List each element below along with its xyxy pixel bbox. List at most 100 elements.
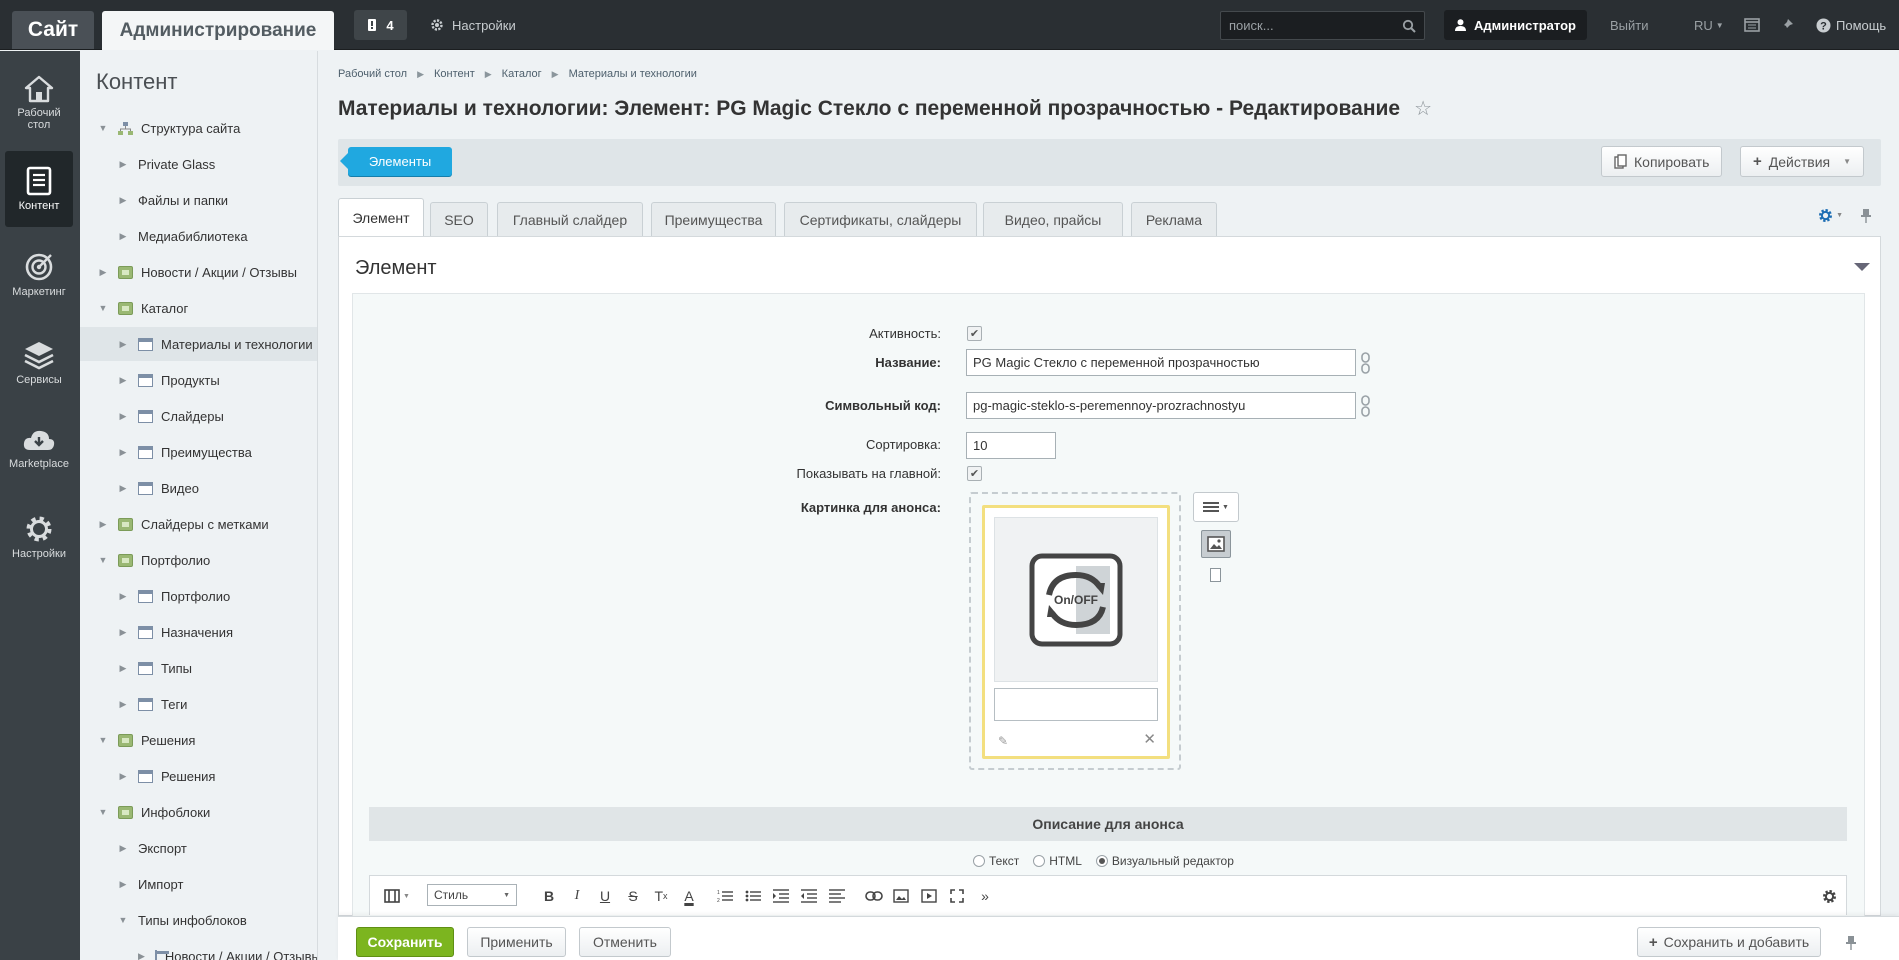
save-and-add-button[interactable]: + Сохранить и добавить: [1637, 927, 1821, 957]
tree-item[interactable]: ▶ Видео: [80, 471, 317, 505]
chevron-right-icon[interactable]: ▶: [98, 267, 108, 277]
active-checkbox[interactable]: ✔: [967, 326, 982, 341]
chevron-down-icon[interactable]: ▼: [98, 555, 108, 565]
chevron-right-icon[interactable]: ▶: [118, 699, 128, 709]
rail-item-content[interactable]: Контент: [5, 151, 73, 227]
insert-video-icon[interactable]: [920, 886, 938, 906]
mode-text-radio[interactable]: Текст: [973, 854, 1019, 868]
breadcrumb-item[interactable]: Контент: [434, 68, 475, 80]
tab-element[interactable]: Элемент: [338, 198, 424, 236]
chevron-right-icon[interactable]: ▶: [118, 663, 128, 673]
name-input[interactable]: PG Magic Стекло с переменной прозрачност…: [966, 349, 1356, 376]
indent-icon[interactable]: [772, 886, 790, 906]
pencil-icon[interactable]: ✎: [998, 734, 1008, 748]
tree-item[interactable]: ▶ Продукты: [80, 363, 317, 397]
tree-item[interactable]: ▶ Преимущества: [80, 435, 317, 469]
rail-item-settings[interactable]: Настройки: [5, 499, 73, 575]
tree-item[interactable]: ▶ Новости / Акции / Отзывы: [80, 255, 317, 289]
chevron-down-icon[interactable]: ▼: [98, 303, 108, 313]
chevron-right-icon[interactable]: ▶: [118, 159, 128, 169]
save-button[interactable]: Сохранить: [356, 927, 454, 957]
tree-item[interactable]: ▶ Решения: [80, 759, 317, 793]
chevron-down-icon[interactable]: ▼: [118, 915, 128, 925]
rail-item-marketing[interactable]: Маркетинг: [5, 237, 73, 313]
numbered-list-icon[interactable]: 12: [716, 886, 734, 906]
chevron-right-icon[interactable]: ▶: [118, 879, 128, 889]
breadcrumb-item[interactable]: Материалы и технологии: [569, 68, 697, 80]
italic-icon[interactable]: I: [568, 886, 586, 906]
style-select[interactable]: Стиль ▼: [427, 884, 517, 906]
help-link[interactable]: ? Помощь: [1816, 10, 1886, 40]
bold-icon[interactable]: B: [540, 886, 558, 906]
chevron-right-icon[interactable]: ▶: [98, 519, 108, 529]
align-icon[interactable]: [828, 886, 846, 906]
tree-item[interactable]: ▶ Новости / Акции / Отзывы: [80, 939, 317, 960]
image-view-button[interactable]: [1201, 530, 1231, 558]
mode-visual-radio[interactable]: Визуальный редактор: [1095, 854, 1234, 868]
tab-main-slider[interactable]: Главный слайдер: [497, 202, 643, 236]
rail-item-desktop[interactable]: Рабочий стол: [5, 65, 73, 141]
remove-format-icon[interactable]: Tx: [652, 886, 670, 906]
star-icon[interactable]: ☆: [1414, 96, 1432, 121]
chevron-right-icon[interactable]: ▶: [118, 231, 128, 241]
tab-ads[interactable]: Реклама: [1131, 202, 1217, 236]
chevron-right-icon[interactable]: ▶: [118, 195, 128, 205]
rail-item-services[interactable]: Сервисы: [5, 325, 73, 401]
insert-image-icon[interactable]: [892, 886, 910, 906]
strikethrough-icon[interactable]: S: [624, 886, 642, 906]
chevron-right-icon[interactable]: ▶: [118, 375, 128, 385]
tree-item[interactable]: ▼ Структура сайта: [80, 111, 317, 145]
tree-item[interactable]: ▶ Слайдеры с метками: [80, 507, 317, 541]
settings-gear-icon[interactable]: ▼: [1818, 208, 1843, 223]
pin-icon[interactable]: [1846, 935, 1856, 950]
chevron-right-icon[interactable]: ▶: [138, 951, 145, 960]
tree-item[interactable]: ▶ Медиабиблиотека: [80, 219, 317, 253]
tree-item[interactable]: ▶ Типы: [80, 651, 317, 685]
tree-item[interactable]: ▼ Типы инфоблоков: [80, 903, 317, 937]
site-tab[interactable]: Сайт: [12, 11, 94, 49]
image-description-input[interactable]: [994, 688, 1158, 721]
link-icon[interactable]: [864, 886, 884, 906]
user-menu-button[interactable]: Администратор: [1444, 10, 1587, 40]
image-menu-button[interactable]: ▼: [1193, 492, 1239, 522]
file-icon[interactable]: [1210, 568, 1221, 582]
templates-icon[interactable]: ▼: [382, 886, 412, 906]
notifications-button[interactable]: 4: [354, 10, 407, 40]
chevron-right-icon[interactable]: ▶: [118, 627, 128, 637]
fullscreen-icon[interactable]: [948, 886, 966, 906]
chevron-right-icon[interactable]: ▶: [118, 771, 128, 781]
pin-icon[interactable]: [1780, 10, 1794, 40]
tab-seo[interactable]: SEO: [430, 202, 488, 236]
logout-link[interactable]: Выйти: [1610, 10, 1649, 40]
rail-item-marketplace[interactable]: Marketplace: [5, 411, 73, 487]
cancel-button[interactable]: Отменить: [579, 927, 671, 957]
collapse-icon[interactable]: [1854, 263, 1870, 271]
tab-video-prices[interactable]: Видео, прайсы: [983, 202, 1123, 236]
chevron-right-icon[interactable]: ▶: [118, 447, 128, 457]
settings-link[interactable]: Настройки: [430, 10, 516, 40]
chevron-down-icon[interactable]: ▼: [98, 735, 108, 745]
bullet-list-icon[interactable]: [744, 886, 762, 906]
tree-item[interactable]: ▼ Решения: [80, 723, 317, 757]
tree-item[interactable]: ▼ Каталог: [80, 291, 317, 325]
tree-item[interactable]: ▶ Материалы и технологии: [80, 327, 317, 361]
copy-button[interactable]: Копировать: [1601, 146, 1723, 177]
image-preview[interactable]: On/OFF: [994, 517, 1158, 682]
underline-icon[interactable]: U: [596, 886, 614, 906]
image-dropzone[interactable]: On/OFF ✎ ✕: [969, 492, 1181, 770]
pin-icon[interactable]: [1861, 208, 1871, 223]
more-icon[interactable]: »: [976, 886, 994, 906]
tree-item[interactable]: ▶ Слайдеры: [80, 399, 317, 433]
chevron-right-icon[interactable]: ▶: [118, 843, 128, 853]
close-icon[interactable]: ✕: [1143, 730, 1156, 748]
breadcrumb-item[interactable]: Рабочий стол: [338, 68, 407, 80]
language-select[interactable]: RU ▼: [1694, 10, 1724, 40]
tree-item[interactable]: ▼ Инфоблоки: [80, 795, 317, 829]
chevron-down-icon[interactable]: ▼: [98, 123, 108, 133]
tree-item[interactable]: ▶ Экспорт: [80, 831, 317, 865]
tab-certificates[interactable]: Сертификаты, слайдеры: [784, 202, 977, 236]
search-input[interactable]: поиск...: [1220, 11, 1425, 40]
tree-item[interactable]: ▶ Private Glass: [80, 147, 317, 181]
tab-advantages[interactable]: Преимущества: [651, 202, 776, 236]
tree-item[interactable]: ▶ Портфолио: [80, 579, 317, 613]
